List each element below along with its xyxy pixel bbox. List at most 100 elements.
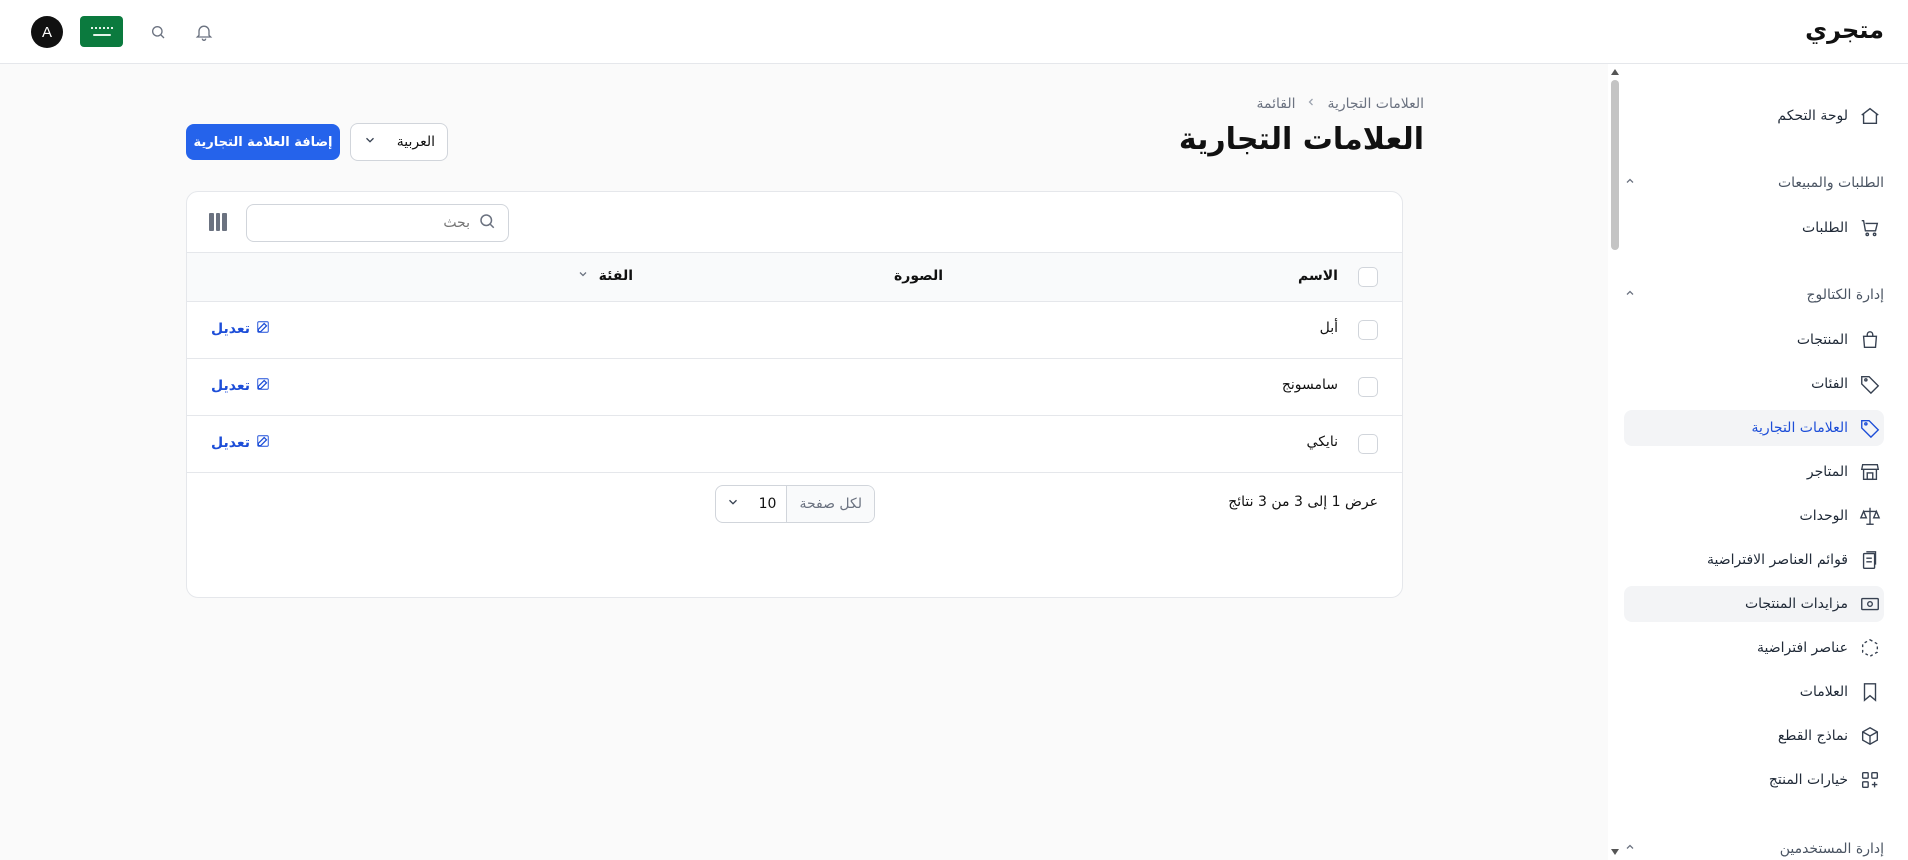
chevron-up-icon <box>1624 287 1636 303</box>
brand-name: سامسونج <box>1281 377 1338 393</box>
sidebar-group-users[interactable]: إدارة المستخدمين <box>1624 834 1884 860</box>
sidebar-item-virtual-lists[interactable]: قوائم العناصر الافتراضية <box>1624 542 1884 578</box>
column-header-label: الفئة <box>598 268 633 284</box>
language-select-value: العربية <box>396 134 435 150</box>
sidebar-item-label: خيارات المنتج <box>1768 772 1848 788</box>
notifications-bell-icon[interactable] <box>192 20 216 44</box>
sidebar-item-label: العلامات <box>1799 684 1848 700</box>
clipboard-icon <box>1858 548 1882 572</box>
sidebar-item-virtual-items[interactable]: عناصر افتراضية <box>1624 630 1884 666</box>
table-header: الاسم الصورة الفئة <box>187 253 1402 302</box>
sidebar-item-brands[interactable]: العلامات التجارية <box>1624 410 1884 446</box>
sidebar-item-label: الوحدات <box>1799 508 1848 524</box>
sidebar-item-label: مزايدات المنتجات <box>1744 596 1848 612</box>
edit-label: تعديل <box>211 378 250 394</box>
top-bar: متجري A <box>0 0 1908 64</box>
search-input[interactable] <box>270 215 470 231</box>
edit-icon <box>256 434 270 452</box>
sidebar-item-stores[interactable]: المتاجر <box>1624 454 1884 490</box>
sidebar-item-categories[interactable]: الفئات <box>1624 366 1884 402</box>
sidebar-item-units[interactable]: الوحدات <box>1624 498 1884 534</box>
row-checkbox[interactable] <box>1358 434 1378 454</box>
money-icon <box>1858 592 1882 616</box>
per-page-select[interactable]: لكل صفحة 10 <box>715 485 875 523</box>
sidebar-item-tags[interactable]: العلامات <box>1624 674 1884 710</box>
bookmark-icon <box>1858 680 1882 704</box>
sidebar-item-label: الفئات <box>1811 376 1848 392</box>
sidebar-item-label: نماذج القطع <box>1777 728 1848 744</box>
sidebar: لوحة التحكم الطلبات والمبيعات الطلبات إد… <box>1608 64 1908 860</box>
column-header-name[interactable]: الاسم <box>1298 268 1338 284</box>
main-content: العلامات التجارية القائمة العلامات التجا… <box>0 64 1608 860</box>
tag-icon <box>1858 372 1882 396</box>
cart-icon <box>1858 216 1882 240</box>
table-footer: عرض 1 إلى 3 من 3 نتائج لكل صفحة 10 <box>187 473 1402 533</box>
sidebar-item-dashboard[interactable]: لوحة التحكم <box>1624 98 1884 134</box>
brands-table-card: الاسم الصورة الفئة أبل تعديل سامسونج تعد… <box>186 191 1403 598</box>
sidebar-group-label: الطلبات والمبيعات <box>1777 175 1884 191</box>
sidebar-item-label: المتاجر <box>1806 464 1848 480</box>
edit-link[interactable]: تعديل <box>211 377 270 395</box>
sidebar-group-orders[interactable]: الطلبات والمبيعات <box>1624 168 1884 198</box>
search-icon <box>478 212 496 234</box>
chevron-down-icon <box>363 133 377 151</box>
table-row: أبل تعديل <box>187 302 1402 359</box>
edit-icon <box>256 320 270 338</box>
table-row: سامسونج تعديل <box>187 359 1402 416</box>
per-page-value-box[interactable]: 10 <box>716 486 786 522</box>
per-page-value: 10 <box>758 496 777 512</box>
box-icon <box>1858 724 1882 748</box>
chevron-down-icon <box>726 495 740 513</box>
language-flag-icon[interactable] <box>80 16 123 47</box>
columns-toggle-icon[interactable] <box>208 213 227 231</box>
column-header-category[interactable]: الفئة <box>577 268 633 284</box>
brand-name: أبل <box>1319 320 1338 336</box>
chevron-down-icon <box>577 268 589 284</box>
sidebar-item-orders[interactable]: الطلبات <box>1624 210 1884 246</box>
per-page-label: لكل صفحة <box>786 486 874 522</box>
breadcrumb-current: القائمة <box>1256 96 1296 112</box>
sidebar-item-product-options[interactable]: خيارات المنتج <box>1624 762 1884 798</box>
sidebar-group-label: إدارة المستخدمين <box>1779 841 1884 857</box>
edit-label: تعديل <box>211 435 250 451</box>
sidebar-item-label: لوحة التحكم <box>1777 108 1848 124</box>
select-all-checkbox[interactable] <box>1358 267 1378 287</box>
sidebar-item-product-bids[interactable]: مزايدات المنتجات <box>1624 586 1884 622</box>
home-icon <box>1858 104 1882 128</box>
sidebar-item-label: قوائم العناصر الافتراضية <box>1707 552 1848 568</box>
bag-icon <box>1858 328 1882 352</box>
user-avatar[interactable]: A <box>31 16 63 48</box>
row-checkbox[interactable] <box>1358 320 1378 340</box>
language-select[interactable]: العربية <box>350 123 448 161</box>
table-search[interactable] <box>246 204 509 242</box>
tag-icon <box>1858 416 1882 440</box>
add-brand-button[interactable]: إضافة العلامة التجارية <box>186 124 340 160</box>
row-checkbox[interactable] <box>1358 377 1378 397</box>
scroll-up-arrow-icon[interactable] <box>1611 69 1619 75</box>
sidebar-group-catalog[interactable]: إدارة الكتالوج <box>1624 280 1884 310</box>
table-toolbar <box>187 192 1402 253</box>
scroll-down-arrow-icon[interactable] <box>1611 849 1619 855</box>
sidebar-item-products[interactable]: المنتجات <box>1624 322 1884 358</box>
brand-logo[interactable]: متجري <box>1805 16 1884 44</box>
sidebar-scrollbar[interactable] <box>1608 64 1622 860</box>
edit-icon <box>256 377 270 395</box>
breadcrumb-parent[interactable]: العلامات التجارية <box>1327 96 1424 112</box>
page-title: العلامات التجارية <box>1178 122 1424 157</box>
sidebar-item-part-models[interactable]: نماذج القطع <box>1624 718 1884 754</box>
sidebar-group-label: إدارة الكتالوج <box>1806 287 1884 303</box>
brand-name: نايكي <box>1306 434 1338 450</box>
edit-link[interactable]: تعديل <box>211 434 270 452</box>
chevron-up-icon <box>1624 841 1636 857</box>
table-row: نايكي تعديل <box>187 416 1402 473</box>
sidebar-item-label: المنتجات <box>1796 332 1848 348</box>
scrollbar-thumb[interactable] <box>1611 80 1619 250</box>
edit-link[interactable]: تعديل <box>211 320 270 338</box>
grid-plus-icon <box>1858 768 1882 792</box>
search-icon[interactable] <box>146 20 170 44</box>
sidebar-item-label: الطلبات <box>1802 220 1848 236</box>
chevron-left-icon <box>1305 96 1317 112</box>
cube-dashed-icon <box>1858 636 1882 660</box>
chevron-up-icon <box>1624 175 1636 191</box>
edit-label: تعديل <box>211 321 250 337</box>
